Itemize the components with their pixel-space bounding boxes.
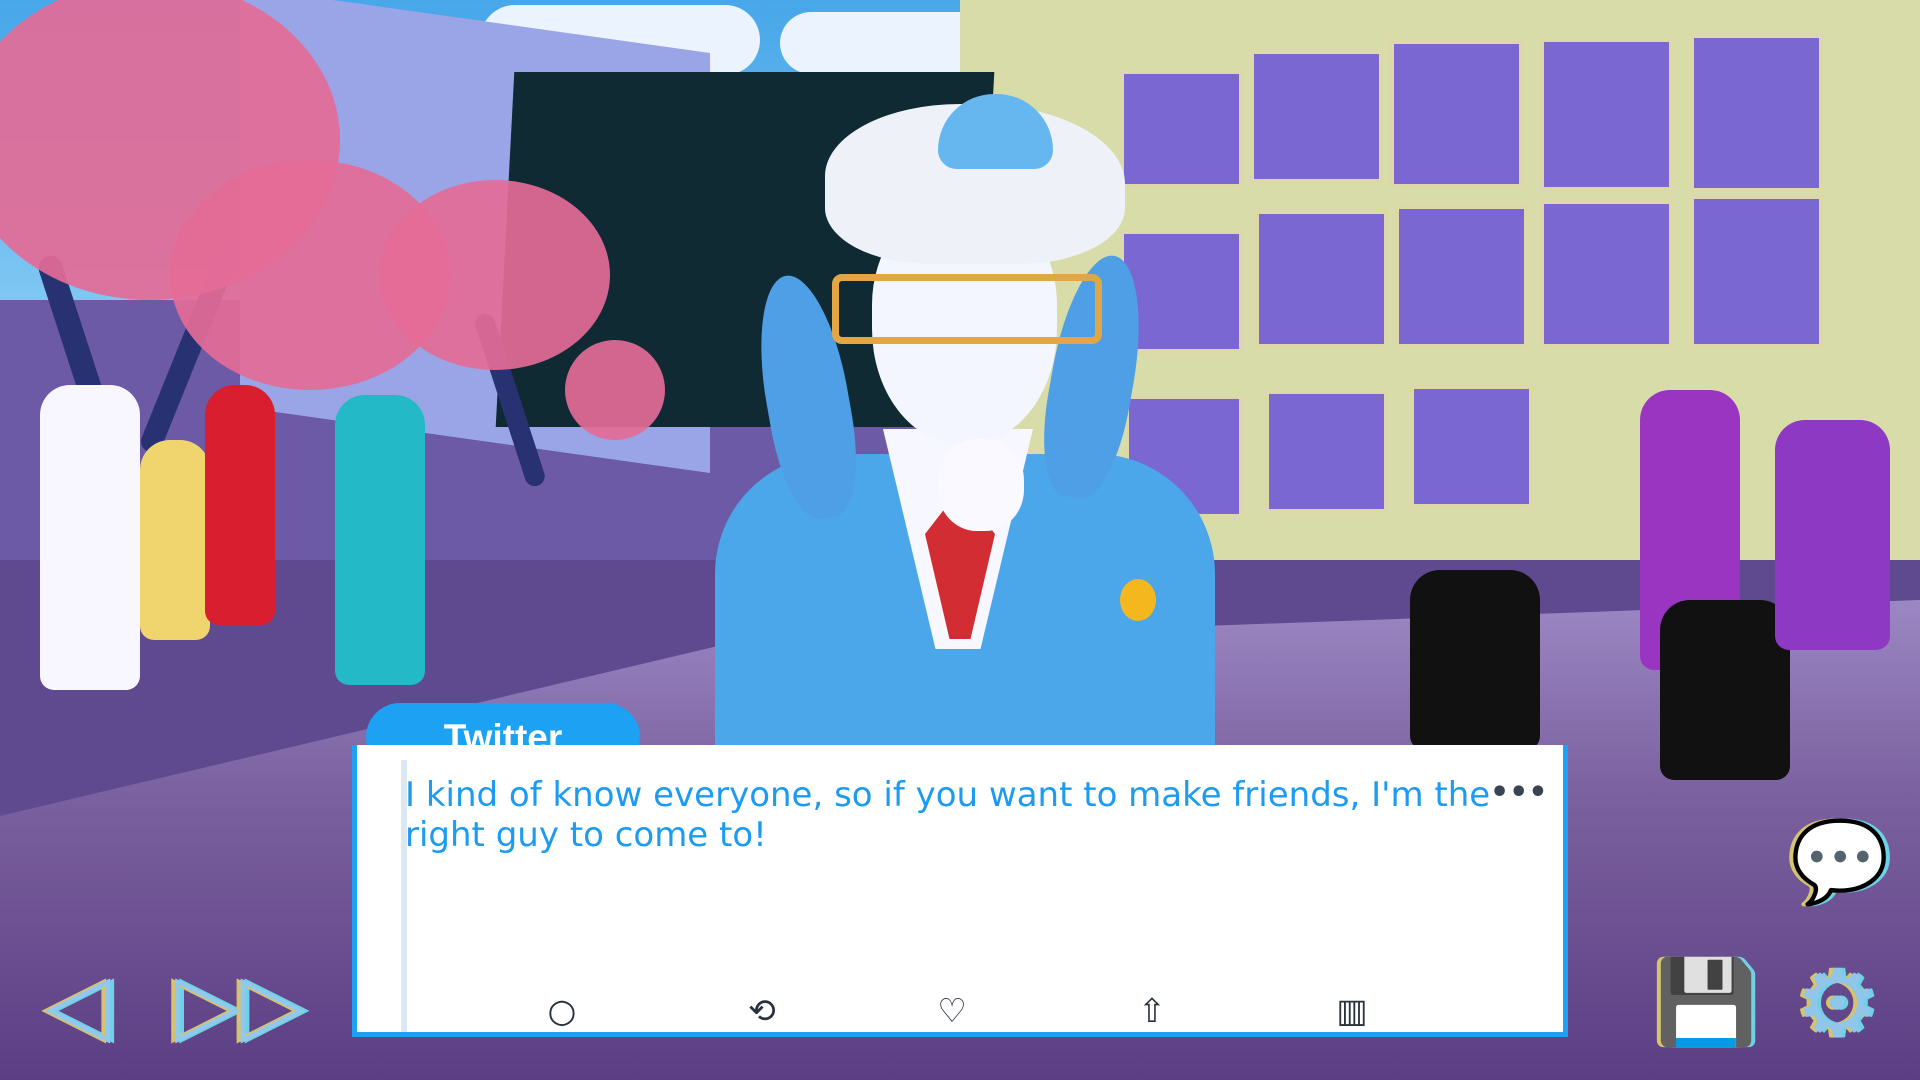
like-icon[interactable]: ♡ xyxy=(927,988,977,1033)
building-window xyxy=(1410,385,1533,508)
character-patch xyxy=(1120,579,1156,621)
twitter-character-sprite xyxy=(700,94,1230,974)
cherry-tree-foliage xyxy=(380,180,610,370)
tweet-action-bar: ○ ⟲ ♡ ⇧ ▥ xyxy=(537,988,1537,1033)
building-window xyxy=(1395,205,1528,348)
building-window xyxy=(1250,50,1383,183)
settings-icon[interactable]: ⚙ xyxy=(1795,950,1879,1059)
building-window xyxy=(1690,34,1823,192)
building-window xyxy=(1540,200,1673,348)
chat-log-icon[interactable]: 💬 xyxy=(1790,815,1890,909)
background-character-green xyxy=(1410,570,1540,750)
share-icon[interactable]: ⇧ xyxy=(1127,988,1177,1033)
background-character-dark xyxy=(1660,600,1790,780)
cherry-tree-foliage xyxy=(565,340,665,440)
save-icon[interactable]: 💾 xyxy=(1655,955,1757,1051)
building-window xyxy=(1255,210,1388,348)
background-character-blue xyxy=(40,385,140,690)
background-character-red xyxy=(205,385,275,625)
dialogue-box[interactable]: ••• I kind of know everyone, so if you w… xyxy=(352,745,1568,1037)
building-window xyxy=(1690,195,1823,348)
reply-icon[interactable]: ○ xyxy=(537,988,587,1033)
building-window xyxy=(1265,390,1388,513)
background-character-teal xyxy=(335,395,425,685)
character-glasses xyxy=(832,274,1102,344)
building-window xyxy=(1390,40,1523,188)
stats-icon[interactable]: ▥ xyxy=(1327,988,1377,1033)
background-character-laptop xyxy=(1775,420,1890,650)
character-hand xyxy=(938,439,1024,531)
retweet-icon[interactable]: ⟲ xyxy=(737,988,787,1033)
back-button[interactable]: ◁ xyxy=(45,955,115,1054)
background-character-yellow xyxy=(140,440,210,640)
dialogue-text: I kind of know everyone, so if you want … xyxy=(405,775,1491,855)
building-window xyxy=(1540,38,1673,191)
skip-button[interactable]: ▷▷ xyxy=(175,955,306,1054)
